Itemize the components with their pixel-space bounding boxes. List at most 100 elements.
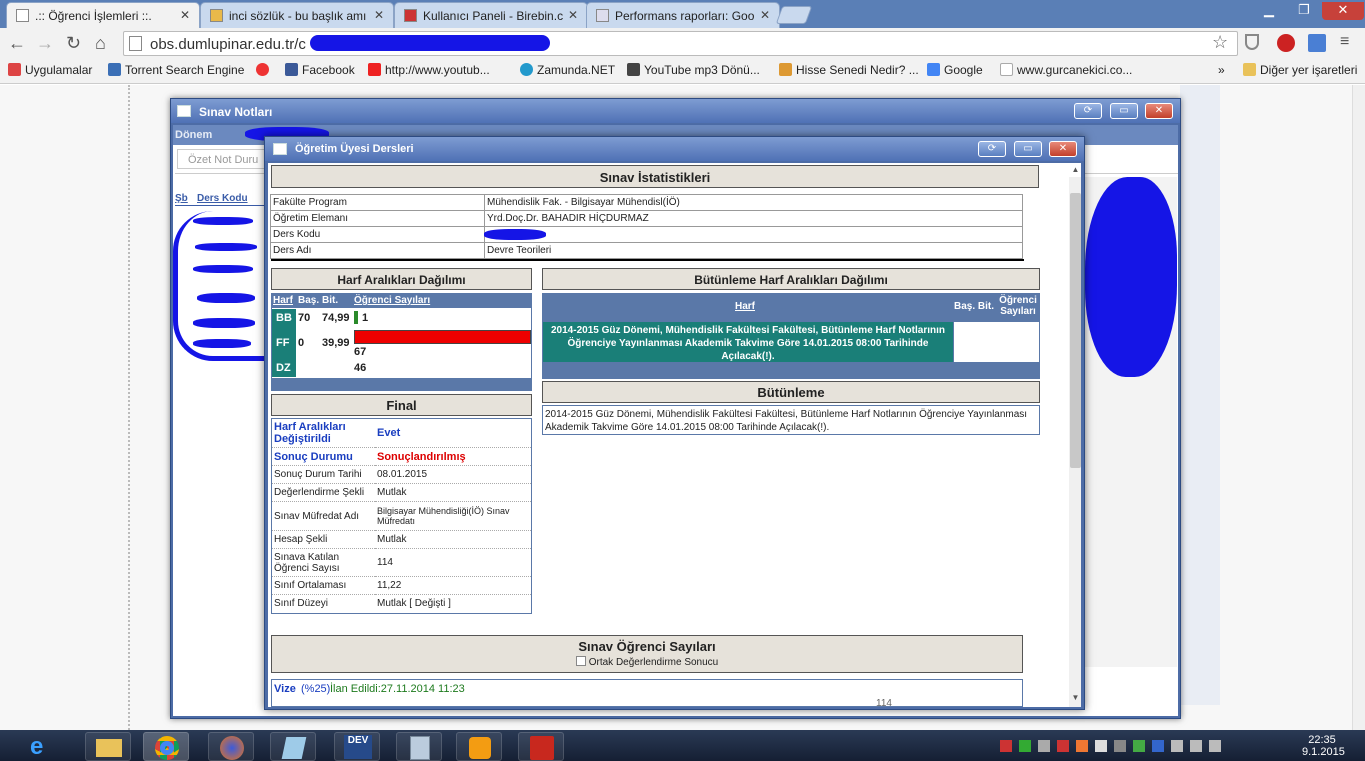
tray-icon[interactable] [1019, 740, 1031, 752]
column-harf[interactable]: Harf [735, 301, 755, 312]
bluetooth-icon[interactable] [1152, 740, 1164, 752]
mp3-icon [627, 63, 640, 76]
bookmarks-more[interactable]: » [1218, 63, 1225, 77]
bookmark-youtube[interactable]: http://www.youtub... [368, 63, 490, 77]
address-bar[interactable]: obs.dumlupinar.edu.tr/c [123, 31, 1238, 56]
donem-label: Dönem [175, 129, 213, 141]
bookmark-hisse[interactable]: Hisse Senedi Nedir? ... [779, 63, 919, 77]
window-title: Sınav Notları [199, 105, 273, 119]
volume-icon[interactable] [1209, 740, 1221, 752]
close-icon[interactable]: ✕ [568, 8, 578, 22]
tab-performans[interactable]: Performans raporları: Goo ✕ [586, 2, 780, 28]
tray-icon[interactable] [1057, 740, 1069, 752]
table-row: Sınav Müfredat Adı Bilgisayar Mühendisliğ… [272, 501, 531, 531]
translate-icon[interactable] [1308, 34, 1326, 52]
chrome-icon[interactable] [143, 732, 189, 761]
table-row: Sınıf Ortalaması 11,22 [272, 576, 531, 595]
final-header: Final [271, 394, 532, 416]
ie-icon[interactable]: e [30, 733, 64, 760]
notepad-icon[interactable] [270, 732, 316, 761]
tray-icon[interactable] [1133, 740, 1145, 752]
minimize-button[interactable]: ▁ [1254, 2, 1284, 20]
final-table: Harf Aralıkları Değiştirildi Evet Sonuç D… [271, 418, 532, 614]
column-ogrenci-sayilari[interactable]: Öğrenci Sayıları [354, 295, 430, 306]
vize-percent: (%25) [301, 683, 331, 695]
home-icon[interactable]: ⌂ [95, 33, 106, 54]
page-scrollbar[interactable] [1352, 85, 1365, 730]
sinav-ogrenci-sayilari-header: Sınav Öğrenci Sayıları [578, 639, 716, 654]
other-bookmarks[interactable]: Diğer yer işaretleri [1243, 63, 1357, 77]
tray-icon[interactable] [1000, 740, 1012, 752]
refresh-button[interactable]: ⟳ [978, 141, 1006, 157]
ortak-degerlendirme-checkbox[interactable] [575, 656, 586, 666]
bookmark-gurcanekici[interactable]: www.gurcanekici.co... [1000, 63, 1132, 77]
redaction-scribble [193, 318, 255, 328]
clock-date: 9.1.2015 [1302, 746, 1345, 758]
redaction-scribble [193, 217, 253, 225]
refresh-button[interactable]: ⟳ [1074, 103, 1102, 119]
bit-cell: 39,99 [322, 337, 350, 349]
bookmark-facebook[interactable]: Facebook [285, 63, 355, 77]
table-row: Değerlendirme Şekli Mutlak [272, 483, 531, 502]
redaction-scribble [193, 339, 251, 348]
ortak-degerlendirme-row[interactable]: Ortak Değerlendirme Sonucu [272, 656, 1022, 668]
scrollbar-thumb[interactable] [1070, 193, 1081, 468]
page-info-icon[interactable] [129, 36, 142, 51]
system-tray[interactable] [1000, 740, 1260, 756]
tab-kullanici-paneli[interactable]: Kullanıcı Paneli - Birebin.c ✕ [394, 2, 588, 28]
scroll-up-icon[interactable]: ▲ [1070, 165, 1081, 174]
vize-count: 114 [876, 698, 892, 707]
menu-icon[interactable]: ≡ [1340, 33, 1349, 51]
maximize-button[interactable]: ▭ [1110, 103, 1138, 119]
tab-inci-sozluk[interactable]: inci sözlük - bu başlık amı ✕ [200, 2, 394, 28]
bookmark-torrent[interactable]: Torrent Search Engine [108, 63, 244, 77]
restore-button[interactable]: ❐ [1289, 2, 1319, 20]
butunleme-header: Bütünleme [542, 381, 1040, 403]
star-icon[interactable]: ☆ [1212, 32, 1228, 53]
right-side-panel [1180, 85, 1220, 705]
column-sb[interactable]: Şb [175, 193, 188, 204]
bookmark-zamunda[interactable]: Zamunda.NET [520, 63, 615, 77]
tray-icon[interactable] [1095, 740, 1107, 752]
bookmark-mp3[interactable]: YouTube mp3 Dönü... [627, 63, 760, 77]
bookmark-google[interactable]: Google [927, 63, 983, 77]
signal-icon[interactable] [1190, 740, 1202, 752]
column-ders-kodu[interactable]: Ders Kodu [197, 193, 248, 204]
sayi-cell: 46 [354, 362, 367, 374]
column-underline [175, 205, 265, 206]
close-button[interactable]: ✕ [1145, 103, 1173, 119]
pdf-icon[interactable] [518, 732, 564, 761]
adblock-icon[interactable] [1277, 34, 1295, 52]
bookmark-uygulamalar[interactable]: Uygulamalar [8, 63, 92, 77]
maximize-button[interactable]: ▭ [1014, 141, 1042, 157]
media-icon[interactable] [456, 732, 502, 761]
explorer-icon[interactable] [85, 732, 131, 761]
table-row: Sınava Katılan Öğrenci Sayısı 114 [272, 548, 531, 577]
tray-icon[interactable] [1038, 740, 1050, 752]
reload-icon[interactable]: ↻ [66, 33, 81, 54]
firefox-icon[interactable] [208, 732, 254, 761]
devcpp-icon[interactable]: DEV [334, 732, 380, 761]
bookmark-flower[interactable] [256, 63, 273, 77]
divider [271, 259, 1024, 261]
tab-ozet-not[interactable]: Özet Not Duru [177, 149, 267, 169]
close-icon[interactable]: ✕ [180, 8, 190, 22]
column-harf[interactable]: Harf [273, 295, 293, 306]
clock[interactable]: 22:35 9.1.2015 [1302, 734, 1345, 758]
battery-icon[interactable] [1171, 740, 1183, 752]
table-row: Sonuç Durum Tarihi 08.01.2015 [272, 465, 531, 484]
close-window-button[interactable]: ✕ [1322, 2, 1364, 20]
course-info-table: Fakülte Program Mühendislik Fak. - Bilgis… [270, 194, 1023, 259]
forward-arrow-icon[interactable]: → [36, 33, 54, 54]
close-button[interactable]: ✕ [1049, 141, 1077, 157]
scroll-down-icon[interactable]: ▼ [1070, 693, 1081, 702]
window-title: Öğretim Üyesi Dersleri [295, 143, 414, 155]
close-icon[interactable]: ✕ [374, 8, 384, 22]
tray-icon[interactable] [1114, 740, 1126, 752]
close-icon[interactable]: ✕ [760, 8, 770, 22]
calculator-icon[interactable] [396, 732, 442, 761]
tray-icon[interactable] [1076, 740, 1088, 752]
tab-ogrenci-islemleri[interactable]: .:: Öğrenci İşlemleri ::. ✕ [6, 2, 200, 28]
back-arrow-icon[interactable]: ← [8, 33, 26, 54]
shield-icon[interactable] [1245, 34, 1259, 50]
